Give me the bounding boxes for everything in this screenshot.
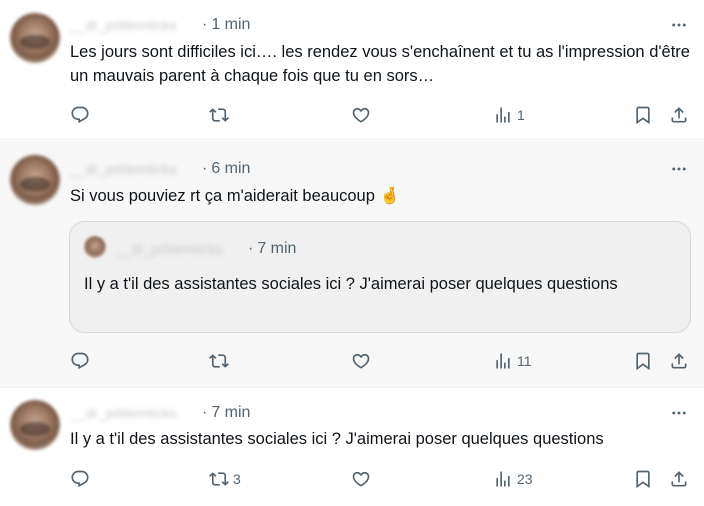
tweet-text: Si vous pouviez rt ça m'aiderait beaucou… xyxy=(70,187,401,205)
like-button[interactable] xyxy=(351,348,375,374)
reply-button[interactable] xyxy=(70,466,94,492)
separator-dot: · xyxy=(202,160,208,177)
views-icon xyxy=(493,469,513,489)
tweet-actions: 3 23 xyxy=(0,466,704,492)
quoted-timestamp: 7 min xyxy=(257,240,297,257)
reply-icon xyxy=(70,351,90,371)
retweet-icon xyxy=(209,351,229,371)
avatar[interactable] xyxy=(10,155,60,205)
tweet[interactable]: __dr_prblemticks · 1 min Les jours sont … xyxy=(0,0,704,140)
more-icon xyxy=(670,404,688,422)
more-options-button[interactable] xyxy=(668,402,690,424)
retweet-button[interactable] xyxy=(209,102,233,128)
like-button[interactable] xyxy=(351,102,375,128)
like-button[interactable] xyxy=(351,466,375,492)
views-icon xyxy=(493,105,513,125)
tweet-text: Les jours sont difficiles ici…. les rend… xyxy=(70,43,690,85)
bookmark-button[interactable] xyxy=(633,102,653,128)
timestamp[interactable]: 7 min xyxy=(211,404,250,422)
retweet-button[interactable] xyxy=(209,348,233,374)
bookmark-button[interactable] xyxy=(633,466,653,492)
share-icon xyxy=(669,469,689,489)
like-icon xyxy=(351,469,371,489)
tweet[interactable]: __dr_prblemticks · 7 min Il y a t'il des… xyxy=(0,389,704,506)
separator-dot: · xyxy=(202,404,208,421)
views-button[interactable]: 23 xyxy=(493,466,533,492)
retweet-button[interactable]: 3 xyxy=(209,466,241,492)
tweet-text: Il y a t'il des assistantes sociales ici… xyxy=(70,430,604,448)
reply-icon xyxy=(70,105,90,125)
quoted-text: Il y a t'il des assistantes sociales ici… xyxy=(84,275,618,293)
share-button[interactable] xyxy=(669,466,689,492)
like-icon xyxy=(351,105,371,125)
reply-button[interactable] xyxy=(70,102,94,128)
quoted-header: __dr_prblemticks · 7 min xyxy=(116,238,296,260)
quoted-user-handle: __dr_prblemticks xyxy=(116,241,223,257)
share-icon xyxy=(669,351,689,371)
share-icon xyxy=(669,105,689,125)
user-handle[interactable]: __dr_prblemticks xyxy=(70,161,200,177)
share-button[interactable] xyxy=(669,102,689,128)
tweet-actions: 1 xyxy=(0,102,704,128)
more-options-button[interactable] xyxy=(668,158,690,180)
tweet-header: __dr_prblemticks · 1 min xyxy=(70,14,250,36)
views-button[interactable]: 1 xyxy=(493,102,525,128)
quoted-avatar xyxy=(84,236,106,258)
bookmark-icon xyxy=(633,469,653,489)
bookmark-icon xyxy=(633,351,653,371)
bookmark-icon xyxy=(633,105,653,125)
share-button[interactable] xyxy=(669,348,689,374)
retweet-count: 3 xyxy=(233,471,241,487)
avatar[interactable] xyxy=(10,400,60,450)
retweet-icon xyxy=(209,105,229,125)
reply-icon xyxy=(70,469,90,489)
views-count: 23 xyxy=(517,471,533,487)
tweet-actions: 11 xyxy=(0,348,704,374)
views-count: 1 xyxy=(517,107,525,123)
reply-button[interactable] xyxy=(70,348,94,374)
tweet-header: __dr_prblemticks · 6 min xyxy=(70,158,250,180)
avatar[interactable] xyxy=(10,13,60,63)
user-handle[interactable]: __dr_prblemticks xyxy=(70,17,200,33)
timestamp[interactable]: 6 min xyxy=(211,160,250,178)
bookmark-button[interactable] xyxy=(633,348,653,374)
retweet-icon xyxy=(209,469,229,489)
quoted-tweet[interactable]: __dr_prblemticks · 7 min Il y a t'il des… xyxy=(69,221,691,333)
tweet-header: __dr_prblemticks · 7 min xyxy=(70,402,250,424)
more-options-button[interactable] xyxy=(668,14,690,36)
user-handle[interactable]: __dr_prblemticks xyxy=(70,405,200,421)
separator-dot: · xyxy=(202,16,208,33)
like-icon xyxy=(351,351,371,371)
tweet[interactable]: __dr_prblemticks · 6 min Si vous pouviez… xyxy=(0,141,704,388)
timestamp[interactable]: 1 min xyxy=(211,16,250,34)
views-count: 11 xyxy=(517,353,532,369)
views-button[interactable]: 11 xyxy=(493,348,532,374)
more-icon xyxy=(670,16,688,34)
more-icon xyxy=(670,160,688,178)
separator-dot: · xyxy=(248,240,254,257)
views-icon xyxy=(493,351,513,371)
